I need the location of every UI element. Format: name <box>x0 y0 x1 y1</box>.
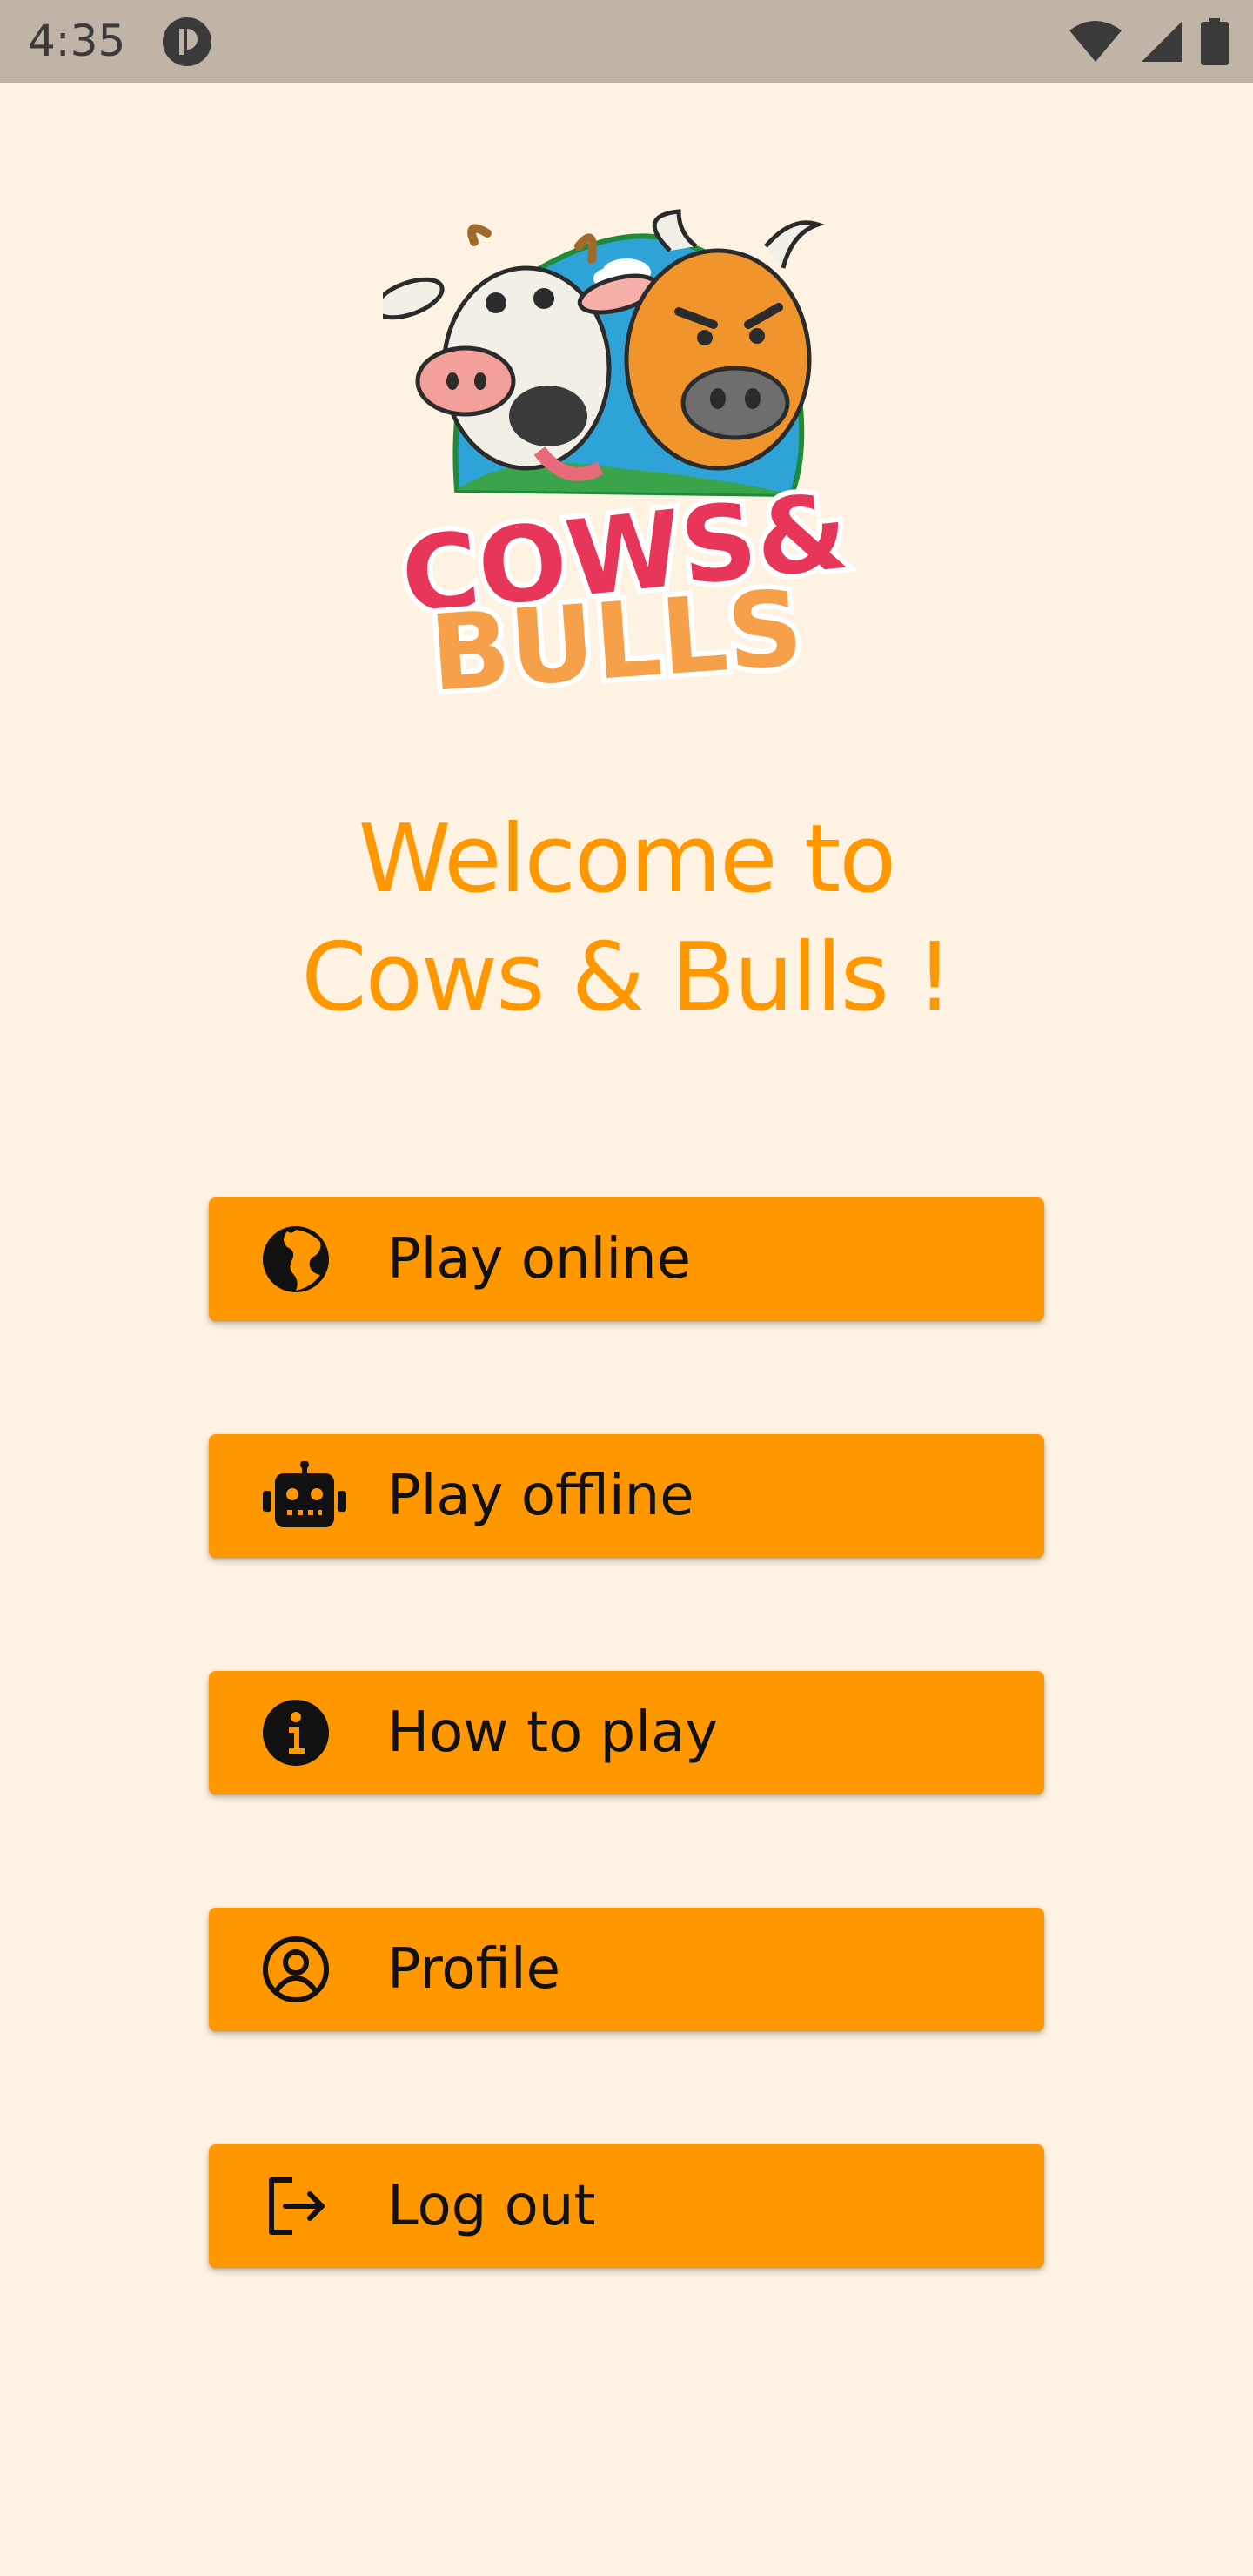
profile-label: Profile <box>387 1937 560 2002</box>
log-out-button[interactable]: Log out <box>209 2144 1044 2268</box>
play-offline-label: Play offline <box>387 1464 694 1528</box>
wifi-icon <box>1069 21 1122 62</box>
status-time: 4:35 <box>28 16 126 66</box>
how-to-play-button[interactable]: How to play <box>209 1671 1044 1794</box>
globe-icon <box>263 1226 329 1292</box>
welcome-title: Welcome to Cows & Bulls ! <box>0 801 1253 1037</box>
how-to-play-label: How to play <box>387 1701 719 1765</box>
robot-icon <box>263 1461 346 1527</box>
play-online-button[interactable]: Play online <box>209 1197 1044 1321</box>
app-notification-icon <box>163 17 211 66</box>
play-offline-button[interactable]: Play offline <box>209 1434 1044 1558</box>
status-bar: 4:35 <box>0 0 1253 83</box>
cows-and-bulls-logo: COWS& BULLS <box>383 209 858 703</box>
cellular-signal-icon <box>1142 22 1182 62</box>
welcome-line2: Cows & Bulls ! <box>301 923 953 1032</box>
status-icons <box>1069 17 1229 66</box>
log-out-label: Log out <box>387 2174 596 2238</box>
profile-icon <box>263 1936 329 2002</box>
logout-icon <box>269 2177 325 2235</box>
play-online-label: Play online <box>387 1227 692 1291</box>
profile-button[interactable]: Profile <box>209 1908 1044 2031</box>
battery-icon <box>1201 18 1229 65</box>
info-icon <box>263 1700 329 1766</box>
welcome-line1: Welcome to <box>358 805 897 914</box>
